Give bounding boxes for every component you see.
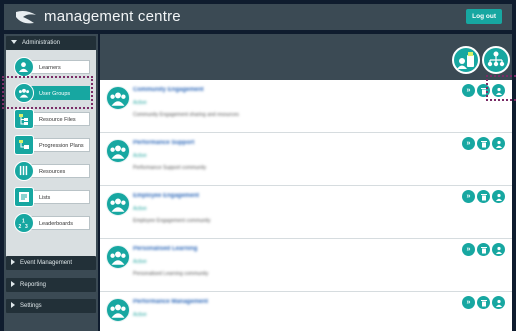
user-icon[interactable]: [492, 137, 505, 150]
list-item[interactable]: Performance Support Active Performance S…: [100, 133, 512, 186]
user-icon[interactable]: [492, 296, 505, 309]
section-event-management[interactable]: Event Management: [6, 256, 96, 270]
group-status: Active: [133, 153, 147, 159]
chevron-double-right-icon[interactable]: »: [462, 190, 475, 203]
sidebar-item-lists[interactable]: Lists: [14, 187, 92, 207]
section-administration[interactable]: Administration: [6, 36, 96, 50]
top-bar: management centre Log out: [4, 4, 512, 30]
list-item[interactable]: Personalised Learning Active Personalise…: [100, 239, 512, 292]
row-actions: »: [462, 190, 506, 204]
list-item[interactable]: Performance Management Active »: [100, 292, 512, 331]
logout-button[interactable]: Log out: [466, 9, 502, 24]
sidebar-item-label: Lists: [28, 190, 90, 204]
group-title-link[interactable]: Performance Support: [133, 140, 194, 146]
group-icon: [106, 192, 130, 216]
trash-icon[interactable]: [477, 84, 490, 97]
chevron-double-right-icon[interactable]: »: [462, 84, 475, 97]
group-icon: [106, 139, 130, 163]
sidebar-item-leaderboards[interactable]: Leaderboards 123: [14, 213, 92, 233]
svg-text:3: 3: [25, 224, 28, 229]
trash-icon[interactable]: [477, 296, 490, 309]
row-actions: »: [462, 84, 506, 98]
sidebar-item-resources[interactable]: Resources: [14, 161, 92, 181]
group-description: Community Engagement sharing and resourc…: [133, 112, 239, 118]
file-tree-icon: [14, 109, 34, 129]
sidebar-item-label: Leaderboards: [28, 216, 90, 230]
sidebar-item-progression-plans[interactable]: Progression Plans: [14, 135, 92, 155]
user-icon: [14, 57, 34, 77]
sidebar-item-label: Progression Plans: [28, 138, 90, 152]
chevron-right-icon: [11, 281, 15, 288]
plan-icon: [14, 135, 34, 155]
group-title-link[interactable]: Personalised Learning: [133, 246, 197, 252]
group-status: Active: [133, 206, 147, 212]
row-actions: »: [462, 296, 506, 310]
trash-icon[interactable]: [477, 137, 490, 150]
group-title-link[interactable]: Performance Management: [133, 299, 208, 305]
sidebar-item-learners[interactable]: Learners: [14, 57, 92, 77]
sidebar-item-resource-files[interactable]: Resource Files: [14, 109, 92, 129]
group-status: Active: [133, 312, 147, 318]
chevron-down-icon: [11, 40, 17, 45]
sidebar-item-label: Learners: [28, 60, 90, 74]
group-status: Active: [133, 100, 147, 106]
logo-icon: [14, 9, 38, 25]
group-title-link[interactable]: Employee Engagement: [133, 193, 199, 199]
chevron-right-icon: [11, 259, 15, 266]
add-group-icon[interactable]: [452, 46, 480, 74]
sidebar-item-label: User Groups: [28, 86, 90, 100]
chevron-double-right-icon[interactable]: »: [462, 137, 475, 150]
chevron-double-right-icon[interactable]: »: [462, 296, 475, 309]
group-description: Personalised Learning community: [133, 271, 209, 277]
administration-panel: Learners User Groups Resource Files Prog…: [6, 50, 96, 264]
hierarchy-icon[interactable]: [482, 46, 510, 74]
app-window: management centre Log out Administration…: [0, 0, 516, 331]
section-reporting[interactable]: Reporting: [6, 278, 96, 292]
group-icon: [106, 298, 130, 322]
tools-icon: [14, 161, 34, 181]
sidebar-item-label: Resources: [28, 164, 90, 178]
group-icon: [14, 83, 34, 103]
list-item[interactable]: Community Engagement Active Community En…: [100, 80, 512, 133]
group-description: Employee Engagement community: [133, 218, 211, 224]
trash-icon[interactable]: [477, 243, 490, 256]
sidebar-item-user-groups[interactable]: User Groups: [14, 83, 92, 103]
svg-text:2: 2: [19, 224, 22, 229]
user-icon[interactable]: [492, 243, 505, 256]
user-icon[interactable]: [492, 84, 505, 97]
group-description: Performance Support community: [133, 165, 207, 171]
group-title-link[interactable]: Community Engagement: [133, 87, 204, 93]
sidebar: Administration Learners User Groups Reso…: [4, 34, 98, 331]
main-header: [100, 34, 512, 80]
user-icon[interactable]: [492, 190, 505, 203]
row-actions: »: [462, 243, 506, 257]
chevron-double-right-icon[interactable]: »: [462, 243, 475, 256]
sidebar-item-label: Resource Files: [28, 112, 90, 126]
group-icon: [106, 245, 130, 269]
trash-icon[interactable]: [477, 190, 490, 203]
numbers-icon: 123: [14, 213, 34, 233]
main-content: Community Engagement Active Community En…: [100, 34, 512, 331]
section-settings[interactable]: Settings: [6, 299, 96, 313]
chevron-right-icon: [11, 302, 15, 309]
list-item[interactable]: Employee Engagement Active Employee Enga…: [100, 186, 512, 239]
app-title: management centre: [44, 8, 181, 25]
list-icon: [14, 187, 34, 207]
group-icon: [106, 86, 130, 110]
group-status: Active: [133, 259, 147, 265]
row-actions: »: [462, 137, 506, 151]
